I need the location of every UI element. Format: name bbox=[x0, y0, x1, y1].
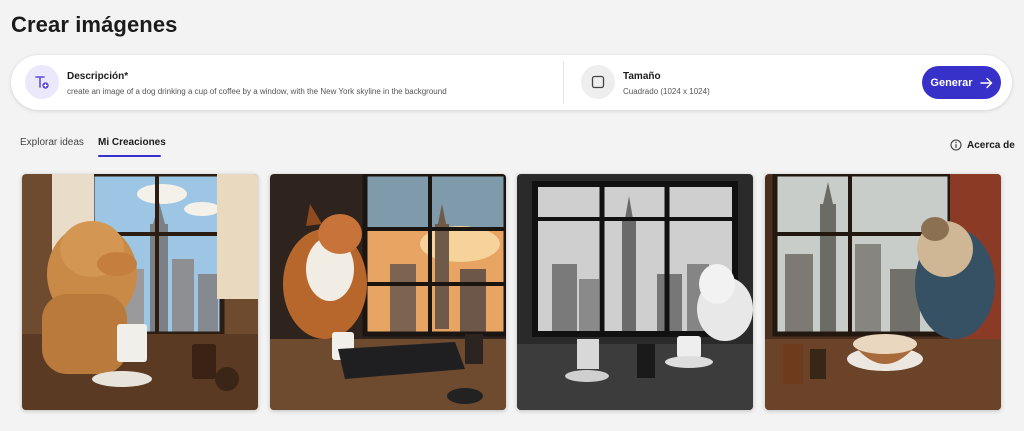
active-tab-indicator bbox=[98, 155, 161, 157]
tab-my-creations[interactable]: Mi Creaciones bbox=[98, 137, 166, 148]
generated-image-1[interactable] bbox=[22, 174, 258, 410]
size-select[interactable]: Cuadrado (1024 x 1024) bbox=[623, 87, 710, 96]
prompt-bar: Descripción* create an image of a dog dr… bbox=[11, 55, 1012, 110]
tab-explore-ideas[interactable]: Explorar ideas bbox=[20, 137, 84, 148]
text-sparkle-icon bbox=[25, 65, 59, 99]
arrow-right-icon bbox=[979, 77, 992, 88]
page-title: Crear imágenes bbox=[11, 12, 178, 37]
divider bbox=[563, 61, 564, 104]
info-icon bbox=[950, 139, 962, 151]
generated-image-3[interactable] bbox=[517, 174, 753, 410]
generate-button[interactable]: Generar bbox=[922, 66, 1001, 99]
about-link[interactable]: Acerca de bbox=[950, 139, 1015, 151]
about-label: Acerca de bbox=[967, 139, 1015, 151]
square-icon[interactable] bbox=[581, 65, 615, 99]
description-input[interactable]: create an image of a dog drinking a cup … bbox=[67, 87, 447, 96]
generate-label: Generar bbox=[930, 76, 973, 89]
size-label: Tamaño bbox=[623, 71, 661, 82]
description-label: Descripción* bbox=[67, 71, 129, 82]
generated-image-2[interactable] bbox=[270, 174, 506, 410]
generated-image-4[interactable] bbox=[765, 174, 1001, 410]
